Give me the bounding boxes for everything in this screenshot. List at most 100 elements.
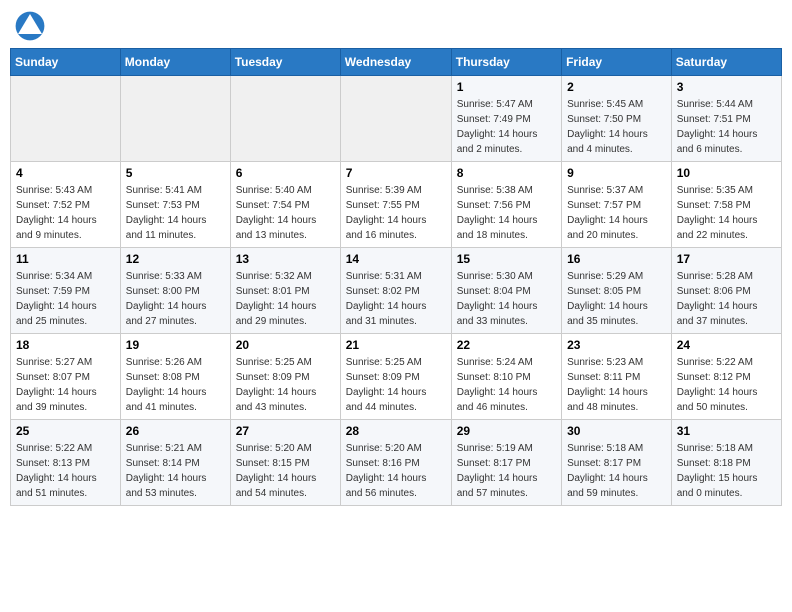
day-number: 20 <box>236 338 335 352</box>
day-info: Sunrise: 5:27 AM Sunset: 8:07 PM Dayligh… <box>16 355 115 415</box>
day-number: 3 <box>677 80 776 94</box>
calendar-week-row: 25Sunrise: 5:22 AM Sunset: 8:13 PM Dayli… <box>11 420 782 506</box>
day-info: Sunrise: 5:19 AM Sunset: 8:17 PM Dayligh… <box>457 441 556 501</box>
calendar-cell <box>340 76 451 162</box>
day-info: Sunrise: 5:23 AM Sunset: 8:11 PM Dayligh… <box>567 355 666 415</box>
day-info: Sunrise: 5:28 AM Sunset: 8:06 PM Dayligh… <box>677 269 776 329</box>
day-info: Sunrise: 5:20 AM Sunset: 8:16 PM Dayligh… <box>346 441 446 501</box>
day-number: 22 <box>457 338 556 352</box>
calendar-cell: 8 Sunrise: 5:38 AM Sunset: 7:56 PM Daylig… <box>451 162 561 248</box>
calendar-cell: 31Sunrise: 5:18 AM Sunset: 8:18 PM Dayli… <box>671 420 781 506</box>
calendar-cell: 23 Sunrise: 5:23 AM Sunset: 8:11 PM Dayli… <box>562 334 672 420</box>
day-number: 30 <box>567 424 666 438</box>
day-info: Sunrise: 5:21 AM Sunset: 8:14 PM Dayligh… <box>126 441 225 501</box>
day-info: Sunrise: 5:43 AM Sunset: 7:52 PM Dayligh… <box>16 183 115 243</box>
calendar-cell: 20 Sunrise: 5:25 AM Sunset: 8:09 PM Dayli… <box>230 334 340 420</box>
day-info: Sunrise: 5:31 AM Sunset: 8:02 PM Dayligh… <box>346 269 446 329</box>
day-number: 18 <box>16 338 115 352</box>
calendar-week-row: 18 Sunrise: 5:27 AM Sunset: 8:07 PM Dayli… <box>11 334 782 420</box>
calendar-cell <box>11 76 121 162</box>
calendar-cell: 2 Sunrise: 5:45 AM Sunset: 7:50 PM Daylig… <box>562 76 672 162</box>
day-number: 9 <box>567 166 666 180</box>
calendar-cell: 10 Sunrise: 5:35 AM Sunset: 7:58 PM Dayli… <box>671 162 781 248</box>
day-info: Sunrise: 5:33 AM Sunset: 8:00 PM Dayligh… <box>126 269 225 329</box>
day-info: Sunrise: 5:45 AM Sunset: 7:50 PM Dayligh… <box>567 97 666 157</box>
calendar-week-row: 11 Sunrise: 5:34 AM Sunset: 7:59 PM Dayli… <box>11 248 782 334</box>
calendar-cell: 29 Sunrise: 5:19 AM Sunset: 8:17 PM Dayli… <box>451 420 561 506</box>
calendar-cell: 12 Sunrise: 5:33 AM Sunset: 8:00 PM Dayli… <box>120 248 230 334</box>
calendar-cell: 11 Sunrise: 5:34 AM Sunset: 7:59 PM Dayli… <box>11 248 121 334</box>
day-info: Sunrise: 5:26 AM Sunset: 8:08 PM Dayligh… <box>126 355 225 415</box>
day-info: Sunrise: 5:25 AM Sunset: 8:09 PM Dayligh… <box>346 355 446 415</box>
day-number: 8 <box>457 166 556 180</box>
day-info: Sunrise: 5:34 AM Sunset: 7:59 PM Dayligh… <box>16 269 115 329</box>
day-number: 10 <box>677 166 776 180</box>
day-info: Sunrise: 5:22 AM Sunset: 8:13 PM Dayligh… <box>16 441 115 501</box>
day-of-week-header: Monday <box>120 49 230 76</box>
day-number: 1 <box>457 80 556 94</box>
day-number: 27 <box>236 424 335 438</box>
calendar-cell: 16 Sunrise: 5:29 AM Sunset: 8:05 PM Dayli… <box>562 248 672 334</box>
day-of-week-header: Saturday <box>671 49 781 76</box>
day-number: 24 <box>677 338 776 352</box>
day-number: 16 <box>567 252 666 266</box>
logo-icon <box>14 10 46 42</box>
calendar-cell: 27Sunrise: 5:20 AM Sunset: 8:15 PM Dayli… <box>230 420 340 506</box>
calendar-cell: 15Sunrise: 5:30 AM Sunset: 8:04 PM Dayli… <box>451 248 561 334</box>
day-info: Sunrise: 5:41 AM Sunset: 7:53 PM Dayligh… <box>126 183 225 243</box>
calendar-cell: 14Sunrise: 5:31 AM Sunset: 8:02 PM Dayli… <box>340 248 451 334</box>
day-info: Sunrise: 5:47 AM Sunset: 7:49 PM Dayligh… <box>457 97 556 157</box>
calendar-cell: 3 Sunrise: 5:44 AM Sunset: 7:51 PM Daylig… <box>671 76 781 162</box>
day-info: Sunrise: 5:32 AM Sunset: 8:01 PM Dayligh… <box>236 269 335 329</box>
day-of-week-header: Thursday <box>451 49 561 76</box>
day-number: 26 <box>126 424 225 438</box>
day-number: 19 <box>126 338 225 352</box>
day-number: 12 <box>126 252 225 266</box>
calendar-cell: 1 Sunrise: 5:47 AM Sunset: 7:49 PM Daylig… <box>451 76 561 162</box>
day-number: 21 <box>346 338 446 352</box>
day-info: Sunrise: 5:37 AM Sunset: 7:57 PM Dayligh… <box>567 183 666 243</box>
day-number: 5 <box>126 166 225 180</box>
day-number: 23 <box>567 338 666 352</box>
day-info: Sunrise: 5:38 AM Sunset: 7:56 PM Dayligh… <box>457 183 556 243</box>
day-info: Sunrise: 5:25 AM Sunset: 8:09 PM Dayligh… <box>236 355 335 415</box>
day-number: 2 <box>567 80 666 94</box>
day-info: Sunrise: 5:22 AM Sunset: 8:12 PM Dayligh… <box>677 355 776 415</box>
calendar-cell <box>120 76 230 162</box>
calendar-cell: 18 Sunrise: 5:27 AM Sunset: 8:07 PM Dayli… <box>11 334 121 420</box>
calendar-cell: 28 Sunrise: 5:20 AM Sunset: 8:16 PM Dayli… <box>340 420 451 506</box>
day-number: 15 <box>457 252 556 266</box>
calendar-cell: 7 Sunrise: 5:39 AM Sunset: 7:55 PM Daylig… <box>340 162 451 248</box>
day-of-week-header: Sunday <box>11 49 121 76</box>
day-of-week-header: Tuesday <box>230 49 340 76</box>
calendar-cell: 21 Sunrise: 5:25 AM Sunset: 8:09 PM Dayli… <box>340 334 451 420</box>
day-info: Sunrise: 5:29 AM Sunset: 8:05 PM Dayligh… <box>567 269 666 329</box>
day-info: Sunrise: 5:24 AM Sunset: 8:10 PM Dayligh… <box>457 355 556 415</box>
calendar-week-row: 4 Sunrise: 5:43 AM Sunset: 7:52 PM Daylig… <box>11 162 782 248</box>
day-number: 13 <box>236 252 335 266</box>
day-number: 29 <box>457 424 556 438</box>
day-of-week-header: Friday <box>562 49 672 76</box>
day-info: Sunrise: 5:39 AM Sunset: 7:55 PM Dayligh… <box>346 183 446 243</box>
day-number: 28 <box>346 424 446 438</box>
calendar-cell: 25Sunrise: 5:22 AM Sunset: 8:13 PM Dayli… <box>11 420 121 506</box>
calendar-cell: 24 Sunrise: 5:22 AM Sunset: 8:12 PM Dayli… <box>671 334 781 420</box>
calendar-table: SundayMondayTuesdayWednesdayThursdayFrid… <box>10 48 782 506</box>
calendar-cell: 17Sunrise: 5:28 AM Sunset: 8:06 PM Dayli… <box>671 248 781 334</box>
logo <box>14 10 50 42</box>
day-info: Sunrise: 5:35 AM Sunset: 7:58 PM Dayligh… <box>677 183 776 243</box>
day-number: 11 <box>16 252 115 266</box>
calendar-cell <box>230 76 340 162</box>
day-info: Sunrise: 5:44 AM Sunset: 7:51 PM Dayligh… <box>677 97 776 157</box>
calendar-cell: 26 Sunrise: 5:21 AM Sunset: 8:14 PM Dayli… <box>120 420 230 506</box>
day-info: Sunrise: 5:18 AM Sunset: 8:17 PM Dayligh… <box>567 441 666 501</box>
day-number: 6 <box>236 166 335 180</box>
calendar-cell: 19 Sunrise: 5:26 AM Sunset: 8:08 PM Dayli… <box>120 334 230 420</box>
calendar-header-row: SundayMondayTuesdayWednesdayThursdayFrid… <box>11 49 782 76</box>
day-number: 7 <box>346 166 446 180</box>
day-number: 4 <box>16 166 115 180</box>
page-header <box>10 10 782 42</box>
day-of-week-header: Wednesday <box>340 49 451 76</box>
day-info: Sunrise: 5:40 AM Sunset: 7:54 PM Dayligh… <box>236 183 335 243</box>
calendar-cell: 6 Sunrise: 5:40 AM Sunset: 7:54 PM Daylig… <box>230 162 340 248</box>
